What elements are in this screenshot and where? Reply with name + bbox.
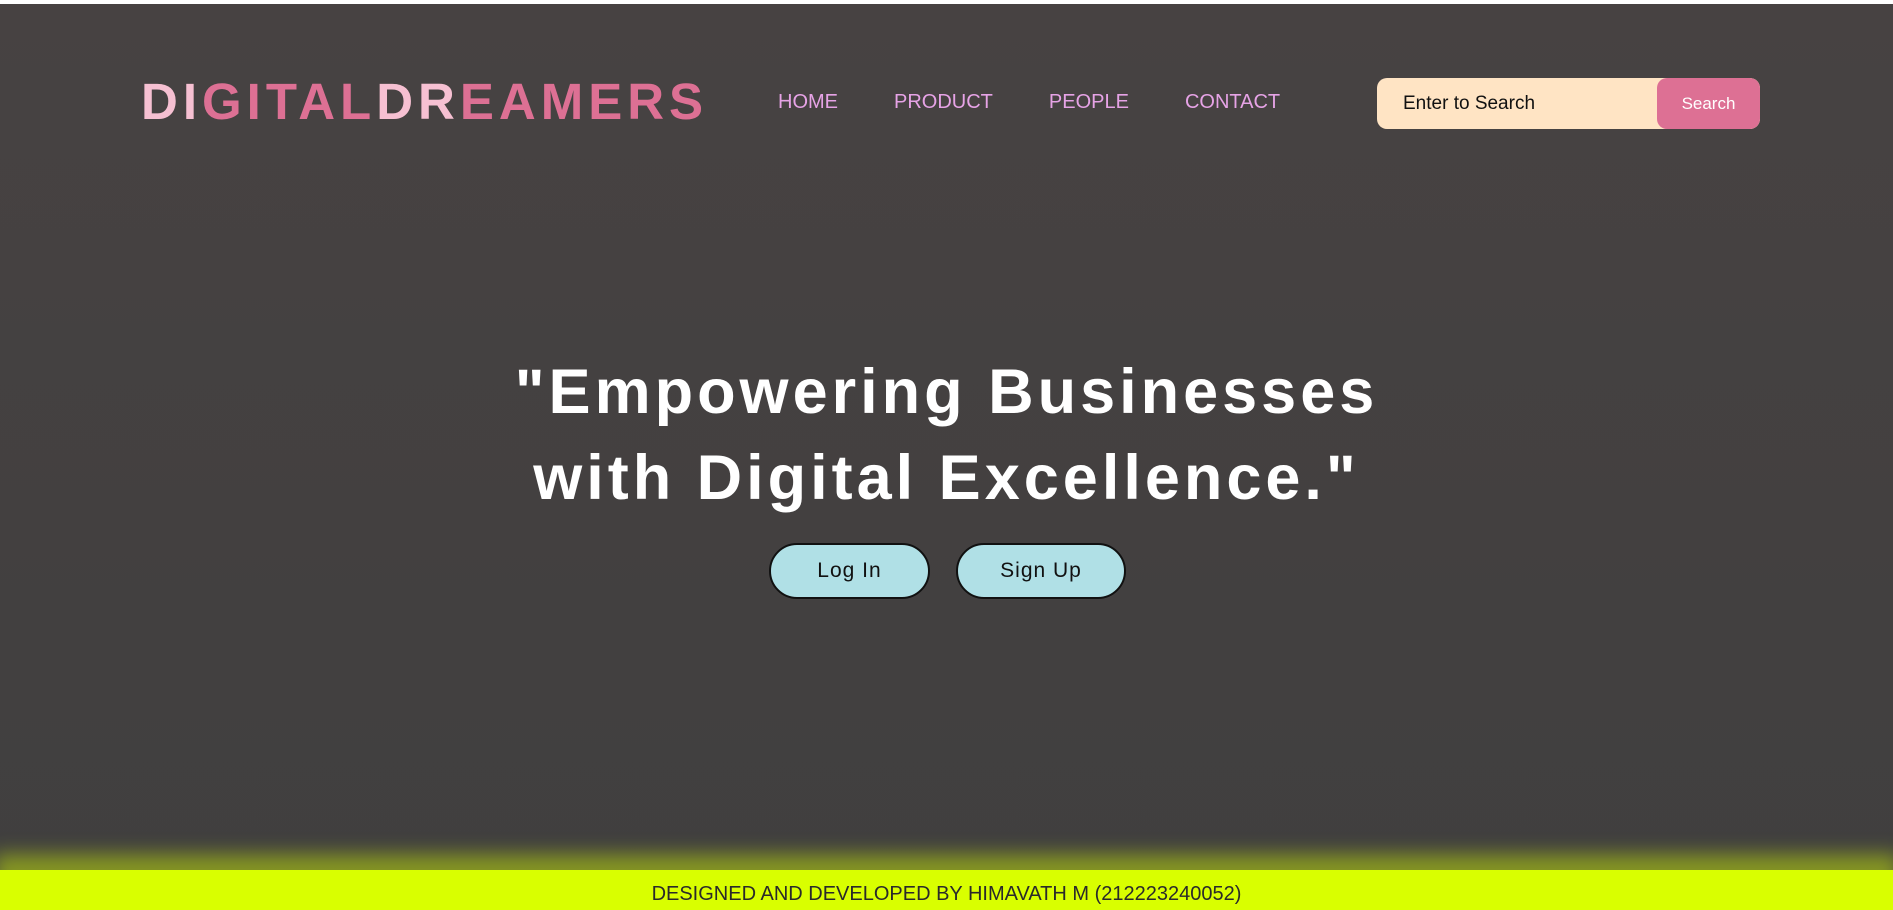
search-button[interactable]: Search [1657, 78, 1760, 129]
footer-credit-text: DESIGNED AND DEVELOPED BY HIMAVATH M (21… [651, 883, 1242, 905]
login-button[interactable]: Log In [769, 543, 930, 599]
main-nav: HOME PRODUCT PEOPLE CONTACT [778, 90, 1280, 114]
logo-segment-2: GITAL [202, 73, 377, 130]
nav-link-product[interactable]: PRODUCT [894, 90, 993, 114]
site-logo[interactable]: DIGITALDREAMERS [141, 72, 708, 132]
search-bar: Search [1377, 78, 1760, 129]
hero-headline-line-2: with Digital Excellence." [533, 443, 1360, 513]
signup-button[interactable]: Sign Up [956, 543, 1126, 599]
hero-headline-line-1: "Empowering Businesses [514, 357, 1379, 427]
hero-headline: "Empowering Businesses with Digital Exce… [0, 349, 1893, 521]
nav-link-home[interactable]: HOME [778, 90, 838, 114]
footer-bar: DESIGNED AND DEVELOPED BY HIMAVATH M (21… [0, 870, 1893, 910]
logo-segment-4: EAMERS [459, 73, 709, 130]
logo-segment-3: DR [376, 73, 460, 130]
logo-segment-1: DI [141, 73, 202, 130]
page-background: DIGITALDREAMERS HOME PRODUCT PEOPLE CONT… [0, 4, 1893, 910]
nav-link-people[interactable]: PEOPLE [1049, 90, 1129, 114]
nav-link-contact[interactable]: CONTACT [1185, 90, 1280, 114]
search-input[interactable] [1377, 78, 1677, 129]
